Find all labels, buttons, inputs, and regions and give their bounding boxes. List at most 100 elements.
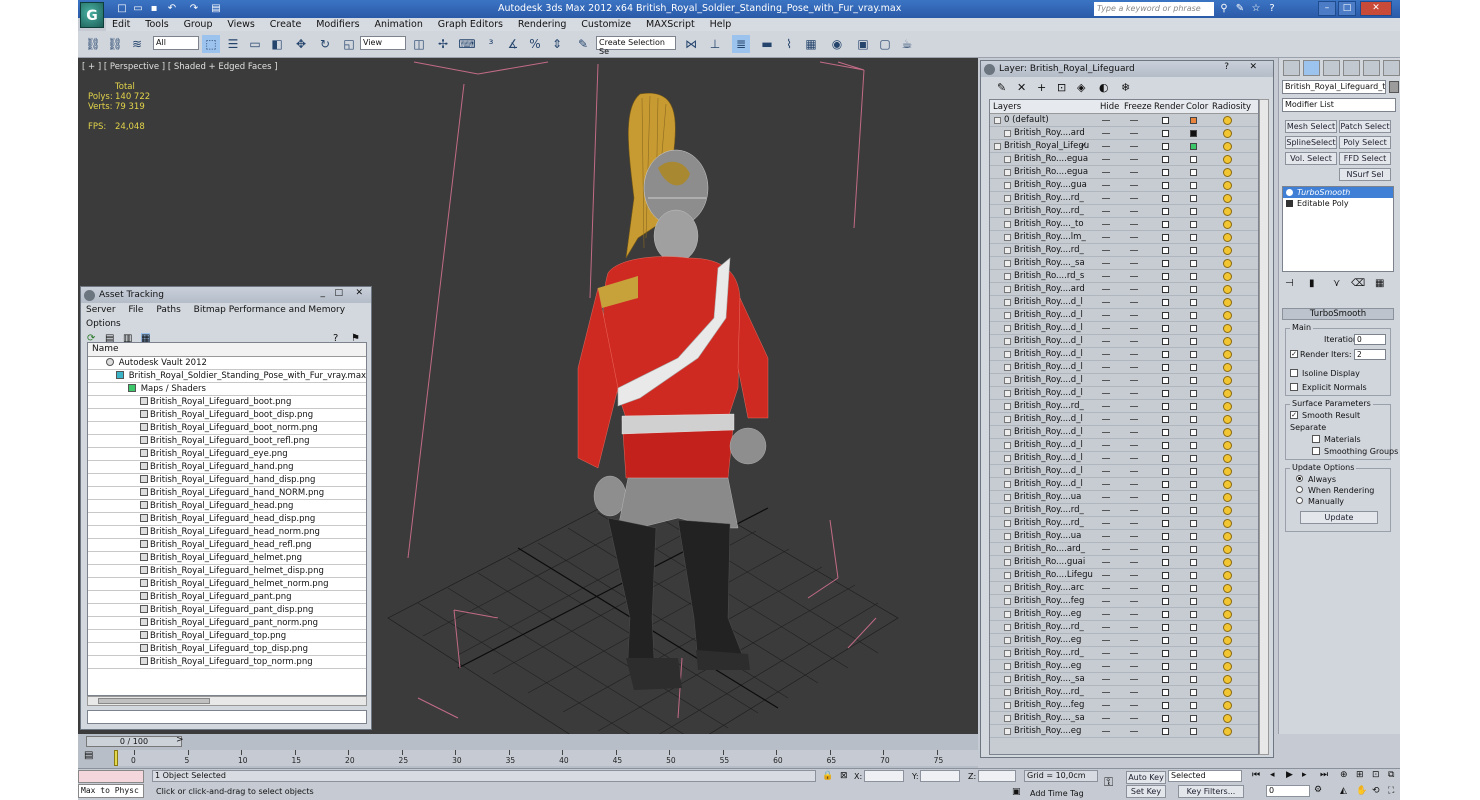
freeze-toggle[interactable] [1130,302,1138,303]
keyboard-shortcut-icon[interactable]: ⌨ [458,35,476,53]
link-icon[interactable]: ⛓ [84,35,102,53]
table-row[interactable]: British_Roy....rd_ [990,647,1258,660]
layer-color-swatch[interactable] [1190,169,1197,176]
render-iters-checkbox[interactable]: ✓ [1290,350,1298,358]
go-to-start-icon[interactable]: ⏮ [1252,770,1260,780]
layer-name[interactable]: British_Roy....rd_ [1014,400,1084,413]
layer-name[interactable]: British_Roy....feg [1014,595,1084,608]
table-row[interactable]: British_Roy....ua [990,530,1258,543]
render-toggle-icon[interactable] [1162,195,1169,202]
table-row[interactable]: British_Roy....d_l [990,309,1258,322]
edit-named-selection-icon[interactable]: ✎ [574,35,592,53]
list-item[interactable]: British_Royal_Lifeguard_top.png [88,630,366,643]
render-toggle-icon[interactable] [1162,169,1169,176]
motion-tab-icon[interactable] [1343,60,1360,76]
save-file-icon[interactable]: ▪ [148,3,160,15]
render-toggle-icon[interactable] [1162,390,1169,397]
list-item[interactable]: British_Royal_Lifeguard_helmet_norm.png [88,578,366,591]
key-icon[interactable]: ⚿ [1104,775,1113,790]
hide-toggle[interactable] [1102,666,1110,667]
current-frame-marker[interactable] [114,750,118,766]
mini-curve-editor-icon[interactable]: ▤ [84,750,93,761]
freeze-toggle[interactable] [1130,224,1138,225]
select-in-layer-icon[interactable]: ⊡ [1057,81,1066,94]
freeze-toggle[interactable] [1130,705,1138,706]
render-iters-spinner[interactable]: 2 [1354,349,1386,360]
layer-name[interactable]: British_Roy...._sa [1014,257,1085,270]
table-row[interactable]: British_Ro....egua [990,166,1258,179]
layer-color-swatch[interactable] [1190,520,1197,527]
freeze-toggle[interactable] [1130,419,1138,420]
hide-toggle[interactable] [1102,679,1110,680]
explicit-normals-checkbox[interactable] [1290,383,1298,391]
named-selection-select[interactable]: Create Selection Se [596,36,676,56]
radiosity-icon[interactable] [1223,324,1232,333]
layer-color-swatch[interactable] [1190,403,1197,410]
table-row[interactable]: British_Roy....gua [990,179,1258,192]
pan-icon[interactable]: ✋ [1356,786,1367,796]
hide-toggle[interactable] [1102,263,1110,264]
hide-toggle[interactable] [1102,458,1110,459]
frame-ruler[interactable]: 0 5 10 15 20 25 30 35 40 45 50 55 60 65 70 75 [114,750,978,766]
layer-name[interactable]: British_Roy....d_l [1014,387,1083,400]
menu-animation[interactable]: Animation [368,18,428,31]
turbosmooth-rollout-header[interactable]: TurboSmooth [1282,308,1394,320]
add-to-layer-icon[interactable]: + [1037,81,1046,94]
hide-toggle[interactable] [1102,354,1110,355]
render-toggle-icon[interactable] [1162,598,1169,605]
layer-name[interactable]: British_Roy....d_l [1014,309,1083,322]
maxscript-mini-listener[interactable]: Max to Physc [78,784,144,798]
maxscript-listener-color[interactable] [78,770,144,783]
radiosity-icon[interactable] [1223,311,1232,320]
zoom-extents-icon[interactable]: ⊡ [1372,770,1380,780]
freeze-toggle[interactable] [1130,159,1138,160]
layer-name[interactable]: British_Roy....lm_ [1014,231,1086,244]
radiosity-icon[interactable] [1223,688,1232,697]
radiosity-icon[interactable] [1223,259,1232,268]
hide-toggle[interactable] [1102,211,1110,212]
freeze-toggle[interactable] [1130,185,1138,186]
freeze-toggle[interactable] [1130,289,1138,290]
menu-tools[interactable]: Tools [139,18,174,31]
render-toggle-icon[interactable] [1162,156,1169,163]
stack-item-turbosmooth[interactable]: TurboSmooth [1283,187,1393,198]
render-toggle-icon[interactable] [1162,507,1169,514]
radiosity-icon[interactable] [1223,545,1232,554]
radiosity-icon[interactable] [1223,272,1232,281]
mesh-select-button[interactable]: Mesh Select [1285,120,1337,133]
layer-color-swatch[interactable] [1190,117,1197,124]
table-row[interactable]: British_Roy....ard [990,283,1258,296]
menu-edit[interactable]: Edit [106,18,136,31]
pivot-center-icon[interactable]: ◫ [410,35,428,53]
asset-close-icon[interactable]: ✕ [355,288,363,298]
radiosity-icon[interactable] [1223,532,1232,541]
play-icon[interactable]: ▶ [1286,770,1293,780]
menu-rendering[interactable]: Rendering [512,18,573,31]
table-row[interactable]: British_Roy....d_l [990,335,1258,348]
table-row[interactable]: British_Roy...._sa [990,257,1258,270]
render-toggle-icon[interactable] [1162,312,1169,319]
freeze-toggle[interactable] [1130,614,1138,615]
radiosity-icon[interactable] [1223,441,1232,450]
list-item[interactable]: British_Royal_Lifeguard_helmet_disp.png [88,565,366,578]
layer-name[interactable]: British_Roy...._to [1014,218,1084,231]
radiosity-icon[interactable] [1223,506,1232,515]
render-toggle-icon[interactable] [1162,377,1169,384]
radiosity-icon[interactable] [1223,519,1232,528]
hide-toggle[interactable] [1102,341,1110,342]
table-row[interactable]: British_Ro....egua [990,153,1258,166]
layer-color-swatch[interactable] [1190,715,1197,722]
radiosity-icon[interactable] [1223,480,1232,489]
fov-icon[interactable]: ◭ [1340,786,1347,796]
radiosity-icon[interactable] [1223,376,1232,385]
app-logo-icon[interactable]: G [80,2,104,28]
list-item[interactable]: British_Royal_Lifeguard_boot_disp.png [88,409,366,422]
table-row[interactable]: British_Roy....d_l [990,387,1258,400]
menu-modifiers[interactable]: Modifiers [310,18,365,31]
layer-color-swatch[interactable] [1190,338,1197,345]
list-item[interactable]: British_Royal_Lifeguard_top_disp.png [88,643,366,656]
hide-toggle[interactable] [1102,653,1110,654]
percent-snap-icon[interactable]: % [526,35,544,53]
asset-menu-server[interactable]: Server [81,303,121,317]
list-item[interactable]: British_Royal_Lifeguard_pant_disp.png [88,604,366,617]
